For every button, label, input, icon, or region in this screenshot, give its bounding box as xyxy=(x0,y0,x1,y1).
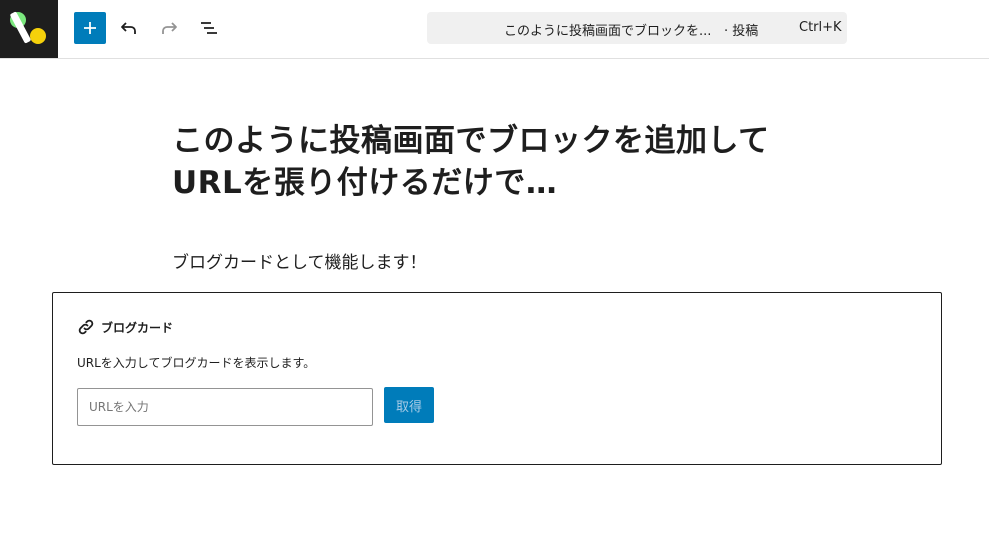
editor-header: このように投稿画面でブロックを... · 投稿 Ctrl+K xyxy=(0,0,989,59)
command-bar-post-type: · 投稿 xyxy=(724,24,759,39)
plus-icon xyxy=(84,22,96,34)
document-overview-button[interactable] xyxy=(193,12,225,44)
post-title[interactable]: このように投稿画面でブロックを追加してURLを張り付けるだけで… xyxy=(172,120,792,204)
logo-yellow-dot xyxy=(30,28,46,44)
undo-icon xyxy=(121,22,136,34)
list-view-icon xyxy=(201,22,217,34)
link-icon xyxy=(78,319,94,335)
blog-card-block[interactable]: ブログカード URLを入力してブログカードを表示します。 取得 xyxy=(52,292,942,465)
add-block-button[interactable] xyxy=(74,12,106,44)
url-input[interactable] xyxy=(77,388,373,426)
fetch-button[interactable]: 取得 xyxy=(384,387,434,423)
document-title-command-bar[interactable]: このように投稿画面でブロックを... · 投稿 Ctrl+K xyxy=(427,12,847,44)
command-bar-shortcut: Ctrl+K xyxy=(799,20,842,35)
command-bar-title: このように投稿画面でブロックを... xyxy=(504,24,712,39)
redo-icon xyxy=(162,22,177,34)
blog-card-label-text: ブログカード xyxy=(101,320,174,335)
redo-button[interactable] xyxy=(153,12,185,44)
undo-button[interactable] xyxy=(113,12,145,44)
paragraph-block[interactable]: ブログカードとして機能します！ xyxy=(172,248,427,273)
blog-card-instructions: URLを入力してブログカードを表示します。 xyxy=(77,356,316,370)
site-logo[interactable] xyxy=(0,0,58,58)
blog-card-block-label: ブログカード xyxy=(77,318,173,336)
